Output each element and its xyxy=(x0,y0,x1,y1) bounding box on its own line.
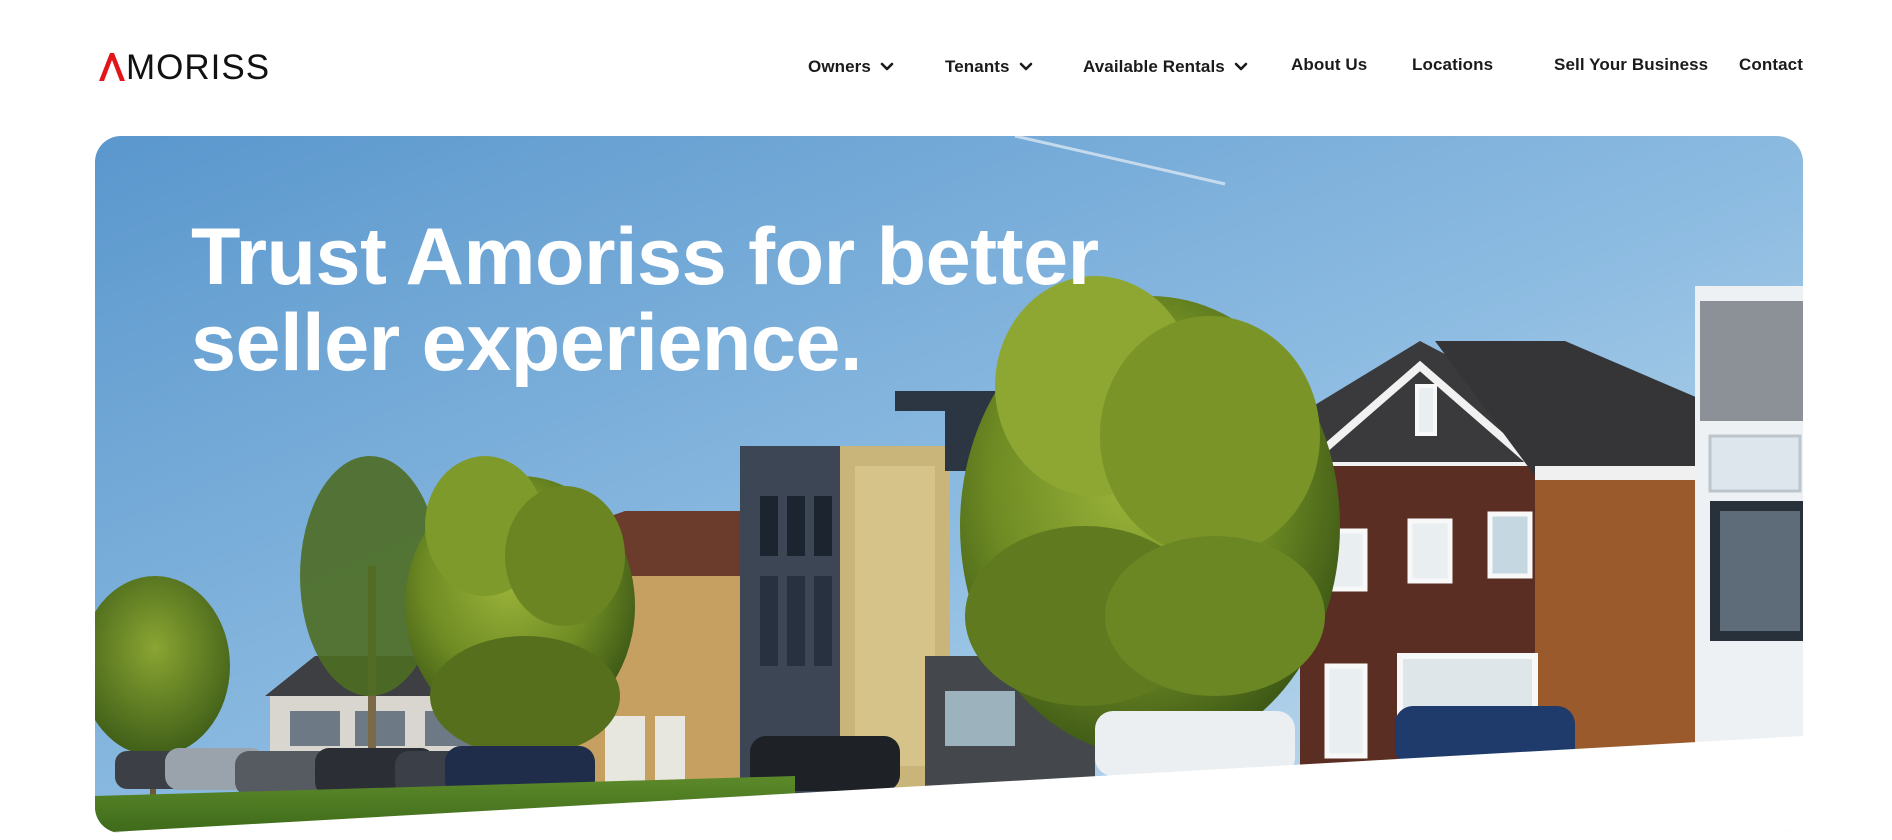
hero-title-line-1: Trust Amoriss for better xyxy=(191,212,1099,302)
nav-label: Sell Your Business xyxy=(1554,55,1709,74)
hero-banner: Trust Amoriss for better seller experien… xyxy=(95,136,1803,833)
nav-label: Contact xyxy=(1739,55,1803,74)
nav-label: About Us xyxy=(1291,55,1368,74)
nav-owners[interactable]: Owners xyxy=(808,57,894,77)
nav-sell-your-business[interactable]: Sell Your Business xyxy=(1554,55,1708,75)
chevron-down-icon xyxy=(880,62,894,72)
site-header: MORISS Owners Tenants Available Rentals … xyxy=(0,0,1892,130)
hero-title: Trust Amoriss for better seller experien… xyxy=(191,214,1291,386)
nav-label: Tenants xyxy=(945,57,1010,76)
chevron-down-icon xyxy=(1019,62,1033,72)
chevron-down-icon xyxy=(1234,62,1248,72)
nav-label: Available Rentals xyxy=(1083,57,1225,76)
main-nav: Owners Tenants Available Rentals About U… xyxy=(0,55,1892,85)
nav-contact[interactable]: Contact xyxy=(1739,55,1803,75)
nav-locations[interactable]: Locations xyxy=(1412,55,1493,75)
nav-about-us[interactable]: About Us xyxy=(1291,55,1367,75)
nav-available-rentals[interactable]: Available Rentals xyxy=(1083,57,1248,77)
nav-label: Owners xyxy=(808,57,871,76)
hero-title-line-2: seller experience. xyxy=(191,298,862,388)
nav-tenants[interactable]: Tenants xyxy=(945,57,1033,77)
nav-label: Locations xyxy=(1412,55,1494,74)
